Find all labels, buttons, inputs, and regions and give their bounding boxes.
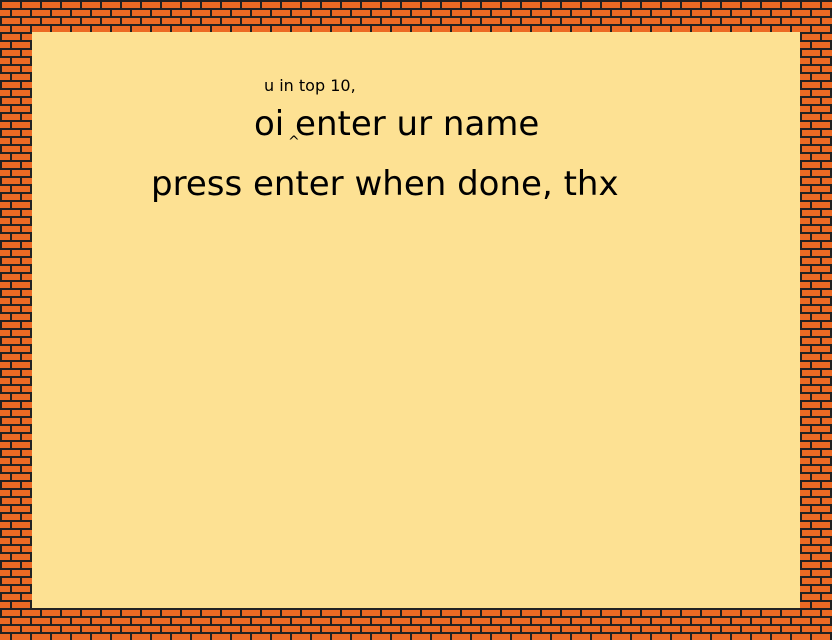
game-screen: u in top 10, oi enter ur name ^ press en… [0, 0, 832, 640]
enter-instruction: press enter when done, thx [151, 164, 619, 204]
top-ten-notice: u in top 10, [264, 76, 356, 95]
text-cursor-caret[interactable]: ^ [288, 134, 300, 150]
